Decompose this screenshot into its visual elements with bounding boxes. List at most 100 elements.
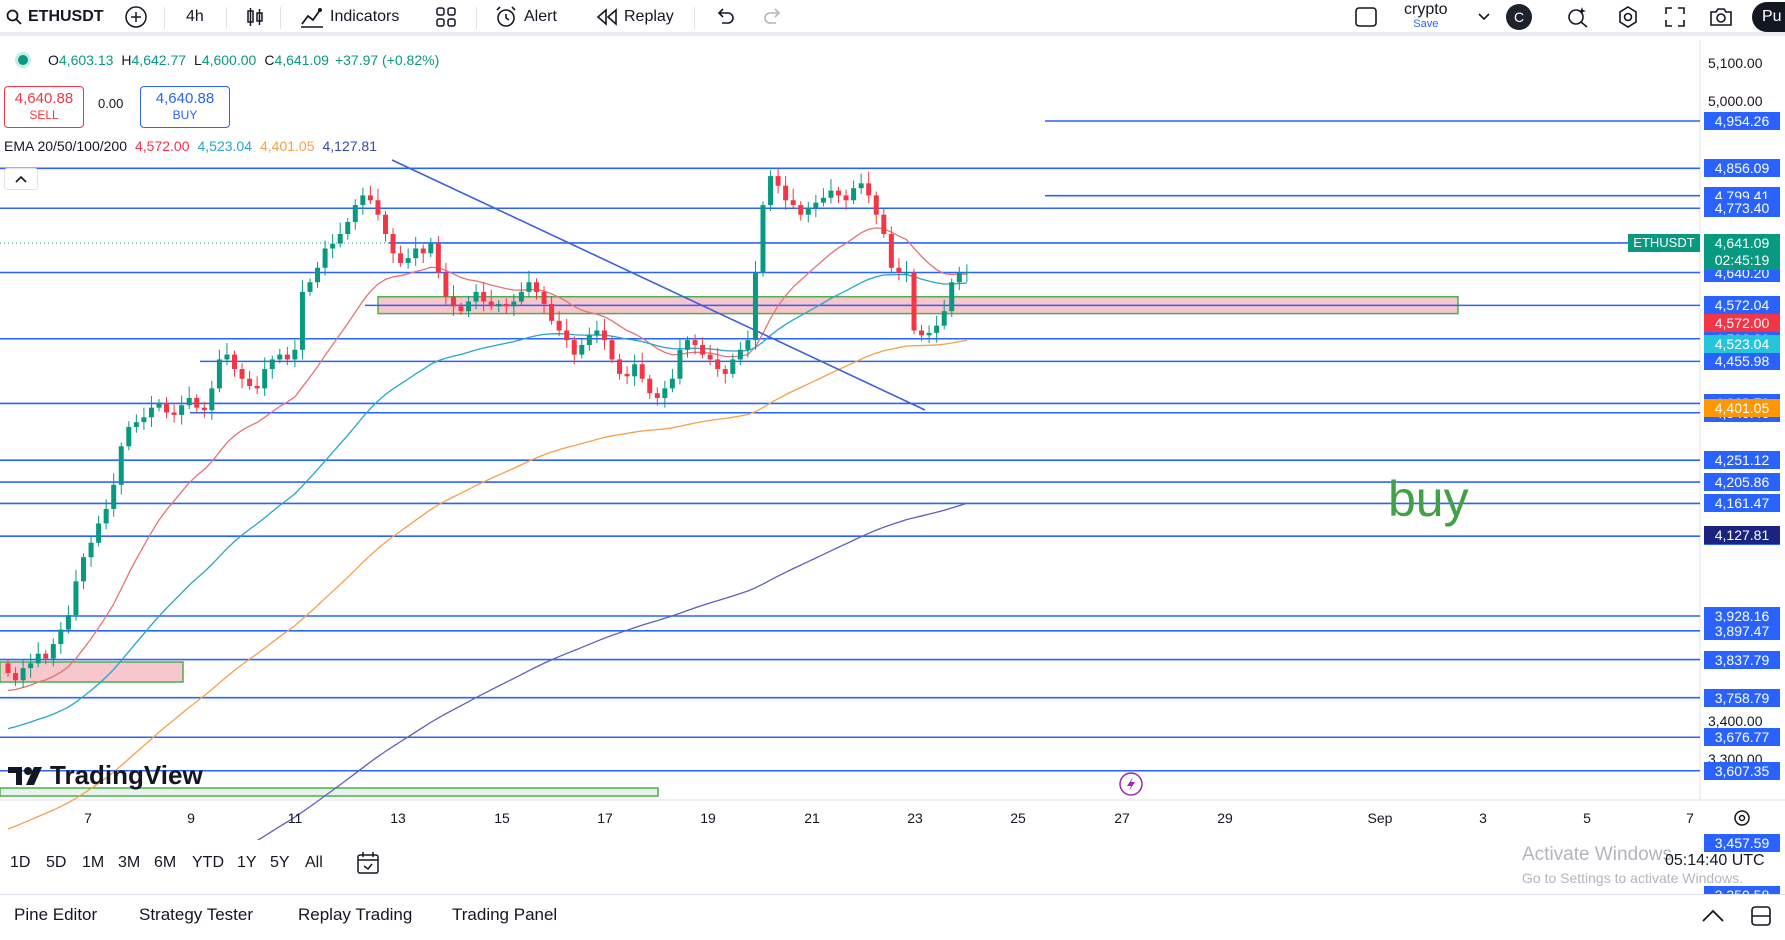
candle-body — [111, 484, 117, 509]
range-button-3m[interactable]: 3M — [118, 854, 140, 872]
chart-pane[interactable] — [0, 40, 1785, 840]
range-button-6m[interactable]: 6M — [154, 854, 176, 872]
maximize-icon — [1751, 906, 1771, 926]
alert-label: Alert — [524, 8, 557, 25]
buy-button[interactable]: 4,640.88 BUY — [140, 86, 230, 128]
candle-body — [307, 282, 313, 292]
candle-body — [322, 248, 328, 268]
candle-body — [685, 340, 690, 350]
candle-body — [768, 176, 774, 206]
ema50-line[interactable] — [7, 273, 967, 730]
quick-search-button[interactable] — [1354, 2, 1378, 32]
range-button-all[interactable]: All — [305, 854, 323, 872]
candle-body — [647, 378, 653, 394]
candle-body — [601, 330, 607, 341]
candle-body — [209, 388, 215, 411]
layouts-button[interactable] — [436, 2, 456, 32]
date-range-button[interactable] — [355, 850, 381, 881]
collapse-panel-button[interactable] — [1702, 909, 1724, 928]
ohlc-legend: O 4,603.13 H 4,642.77 L 4,600.00 C 4,641.09 … — [0, 48, 439, 72]
time-tick: 11 — [287, 810, 303, 826]
indicators-button[interactable]: Indicators — [300, 2, 399, 32]
alert-button[interactable]: Alert — [494, 2, 557, 32]
level-price-label: 3,837.79 — [1704, 650, 1780, 669]
ema-legend[interactable]: EMA 20/50/100/200 4,572.00 4,523.04 4,40… — [4, 138, 377, 154]
candle-body — [103, 508, 109, 524]
candle-body — [639, 364, 645, 379]
undo-button[interactable] — [714, 2, 736, 32]
logo-text: TradingView — [50, 760, 203, 790]
candle-body — [692, 340, 698, 345]
price-chart[interactable] — [0, 40, 1785, 840]
candle-body — [632, 364, 638, 377]
level-price-label: 4,856.09 — [1704, 159, 1780, 178]
candle-body — [458, 306, 464, 312]
range-button-1d[interactable]: 1D — [10, 854, 30, 872]
demand-zone[interactable] — [0, 661, 184, 683]
candle-body — [73, 581, 79, 616]
candle-body — [873, 195, 879, 215]
candle-body — [292, 349, 298, 360]
candle-body — [277, 354, 283, 360]
symbol-search-button[interactable]: ETHUSDT — [6, 2, 104, 32]
time-tick: 3 — [1479, 810, 1487, 826]
redo-button[interactable] — [762, 2, 784, 32]
range-button-5y[interactable]: 5Y — [270, 854, 290, 872]
candle-body — [443, 272, 449, 297]
candle-body — [428, 243, 434, 254]
candle-body — [594, 330, 600, 336]
tab-pine-editor[interactable]: Pine Editor — [14, 905, 97, 925]
sell-button[interactable]: 4,640.88 SELL — [4, 86, 84, 128]
symbol-name: ETHUSDT — [28, 8, 104, 25]
tab-trading-panel[interactable]: Trading Panel — [452, 905, 557, 925]
toolbar-divider — [694, 7, 695, 29]
current-price: 4,641.09 — [1714, 235, 1770, 251]
windows-watermark-text: Go to Settings to activate Windows. — [1522, 870, 1743, 886]
range-button-1y[interactable]: 1Y — [237, 854, 257, 872]
chart-type-button[interactable] — [244, 2, 266, 32]
maximize-panel-button[interactable] — [1750, 905, 1772, 932]
close-key: C — [264, 52, 275, 68]
candle-body — [81, 557, 86, 582]
buy-annotation[interactable]: buy — [1388, 470, 1469, 528]
candles-icon — [247, 8, 263, 26]
object-tree-button[interactable] — [1566, 2, 1590, 32]
time-tick: 5 — [1583, 810, 1591, 826]
level-price-label: 3,897.47 — [1704, 621, 1780, 640]
candle-body — [541, 291, 547, 304]
replay-label: Replay — [624, 8, 674, 25]
axis-settings-button[interactable] — [1733, 809, 1751, 832]
layout-name-button[interactable]: crypto Save — [1404, 2, 1448, 32]
candle-body — [624, 373, 630, 377]
user-avatar-button[interactable]: C — [1506, 2, 1532, 32]
range-button-ytd[interactable]: YTD — [192, 854, 224, 872]
collapse-legend-button[interactable] — [4, 168, 38, 190]
toolbar-divider — [164, 7, 165, 29]
candle-body — [43, 653, 49, 659]
settings-circle-icon — [1734, 810, 1750, 826]
candle-body — [50, 644, 56, 659]
layout-menu-button[interactable] — [1478, 2, 1490, 32]
tab-strategy-tester[interactable]: Strategy Tester — [139, 905, 253, 925]
time-tick: 7 — [1686, 810, 1694, 826]
fullscreen-button[interactable] — [1664, 2, 1686, 32]
candle-body — [481, 291, 487, 302]
publish-button[interactable]: Pu — [1752, 2, 1785, 32]
range-button-1m[interactable]: 1M — [82, 854, 104, 872]
toolbar-divider — [476, 7, 477, 29]
tab-replay-trading[interactable]: Replay Trading — [298, 905, 412, 925]
candle-body — [194, 398, 200, 408]
replay-button[interactable]: Replay — [596, 2, 674, 32]
compare-symbol-button[interactable] — [124, 2, 148, 32]
change-value: +37.97 (+0.82%) — [334, 52, 440, 68]
layout-name: crypto — [1404, 1, 1448, 18]
interval-button[interactable]: 4h — [186, 2, 204, 32]
candle-body — [677, 349, 683, 379]
snapshot-button[interactable] — [1708, 2, 1734, 32]
utc-clock[interactable]: 05:14:40 UTC — [1665, 852, 1765, 870]
range-button-5d[interactable]: 5D — [46, 854, 66, 872]
alarm-clock-icon — [496, 6, 516, 27]
candle-body — [141, 417, 147, 423]
settings-button[interactable] — [1616, 2, 1640, 32]
sell-price: 4,640.88 — [14, 90, 74, 107]
